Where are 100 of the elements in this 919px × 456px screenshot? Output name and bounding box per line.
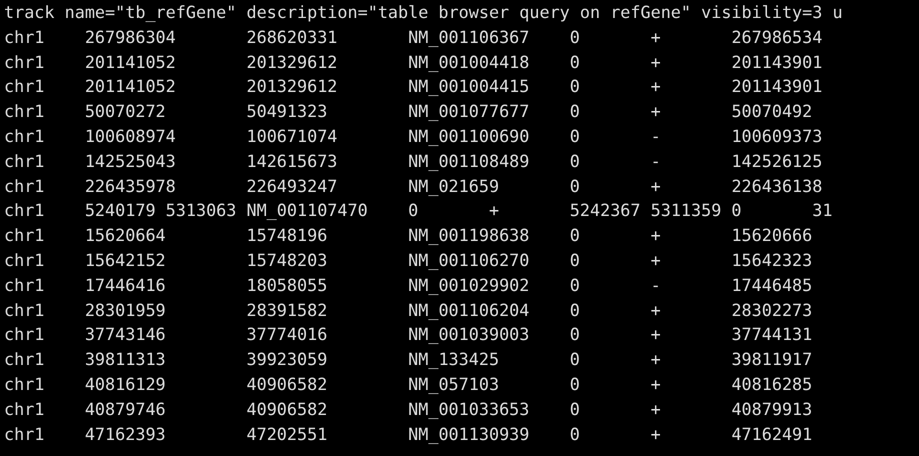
output-text: NM_133425 bbox=[408, 349, 500, 370]
output-text: chr1 bbox=[4, 424, 44, 444]
output-text: chr1 bbox=[4, 52, 44, 72]
output-text: NM_001100690 bbox=[408, 126, 530, 146]
output-text: 0 bbox=[570, 349, 580, 370]
output-text: chr1 bbox=[4, 349, 44, 370]
output-text: + bbox=[650, 324, 661, 344]
output-text: chr1 bbox=[4, 250, 44, 270]
output-text: chr1 bbox=[4, 274, 44, 295]
output-text: 0 bbox=[408, 200, 418, 220]
output-text: 40879913 bbox=[731, 398, 812, 419]
output-text: chr1 bbox=[4, 101, 44, 122]
output-text: - bbox=[650, 150, 661, 171]
output-text: 50491323 bbox=[246, 101, 328, 122]
output-text: 18058055 bbox=[246, 274, 328, 295]
output-text: 0 bbox=[570, 150, 580, 171]
output-text: 0 bbox=[570, 300, 580, 320]
output-text: NM_001039003 bbox=[408, 324, 530, 344]
output-text: chr1 bbox=[4, 300, 44, 320]
output-text: 17446485 bbox=[731, 274, 812, 295]
output-text: + bbox=[650, 349, 661, 370]
output-text: 142526125 bbox=[731, 150, 822, 171]
output-text: 0 bbox=[570, 324, 580, 344]
output-text: + bbox=[650, 398, 661, 419]
output-text: 5240179 5313063 NM_001107470 bbox=[84, 200, 368, 220]
output-text: 268620331 bbox=[246, 26, 338, 47]
output-text: NM_001029902 bbox=[408, 274, 530, 295]
output-text: 40816129 bbox=[84, 374, 166, 394]
output-text: NM_001198638 bbox=[408, 225, 530, 246]
output-text: 142525043 bbox=[84, 150, 176, 171]
output-text: 0 bbox=[570, 76, 580, 96]
output-text: 201143901 bbox=[731, 76, 822, 96]
output-text: - bbox=[650, 126, 661, 146]
output-text: chr1 bbox=[4, 126, 44, 146]
output-text: 0 bbox=[570, 225, 580, 246]
output-text: + bbox=[650, 225, 661, 246]
output-text: NM_001033653 bbox=[408, 398, 530, 419]
output-text: + bbox=[488, 200, 500, 220]
output-text: 15642323 bbox=[731, 250, 812, 270]
output-text: 0 bbox=[570, 424, 580, 444]
output-text: 226436138 bbox=[731, 176, 822, 196]
output-text: chr1 bbox=[4, 150, 44, 171]
output-text: + bbox=[650, 52, 661, 72]
output-text: 40816285 bbox=[731, 374, 812, 394]
output-text: NM_001106367 bbox=[408, 26, 530, 47]
output-text: + bbox=[650, 176, 661, 196]
output-text: 47162491 bbox=[731, 424, 812, 444]
output-text: + bbox=[650, 250, 661, 270]
output-text: 201329612 bbox=[246, 52, 338, 72]
output-text: 15642152 bbox=[84, 250, 166, 270]
output-text: 47202551 bbox=[246, 424, 328, 444]
output-text: NM_001004418 bbox=[408, 52, 530, 72]
output-text: 267986534 bbox=[731, 26, 822, 47]
output-text: NM_001004415 bbox=[408, 76, 530, 96]
output-text: 15620664 bbox=[84, 225, 166, 246]
output-text: 0 bbox=[570, 52, 580, 72]
output-text: 226493247 bbox=[246, 176, 338, 196]
output-text: 37774016 bbox=[246, 324, 328, 344]
output-text: 40906582 bbox=[246, 398, 328, 419]
output-text: 17446416 bbox=[84, 274, 166, 295]
output-text: NM_057103 bbox=[408, 374, 500, 394]
track-line: track name="tb_refGene" description="table browser query on refGene" visibility=3 u bbox=[4, 1, 844, 24]
output-text: NM_001106204 bbox=[408, 300, 530, 320]
output-text: + bbox=[650, 76, 661, 96]
output-text: 142615673 bbox=[246, 150, 338, 171]
output-text: chr1 bbox=[4, 225, 44, 246]
output-text: NM_001108489 bbox=[408, 150, 530, 171]
output-text: NM_001130939 bbox=[408, 424, 530, 444]
output-text: 0 bbox=[570, 126, 580, 146]
output-text: + bbox=[650, 374, 661, 394]
output-text: 28302273 bbox=[731, 300, 812, 320]
output-text: NM_021659 bbox=[408, 176, 500, 196]
output-text: chr1 bbox=[4, 26, 44, 47]
output-text: 0 bbox=[570, 250, 580, 270]
output-text: 100609373 bbox=[731, 126, 822, 146]
output-text: 0 bbox=[570, 101, 580, 122]
output-text: + bbox=[650, 101, 661, 122]
output-text: 39811313 bbox=[84, 349, 166, 370]
output-text: 15620666 bbox=[731, 225, 812, 246]
output-text: 50070272 bbox=[84, 101, 166, 122]
output-text: chr1 bbox=[4, 76, 44, 96]
output-text: + bbox=[650, 300, 661, 320]
output-text: 0 bbox=[570, 374, 580, 394]
output-text: 40906582 bbox=[246, 374, 328, 394]
output-text: chr1 bbox=[4, 374, 44, 394]
output-text: 50070492 bbox=[731, 101, 812, 122]
output-text: 226435978 bbox=[84, 176, 176, 196]
output-text: + bbox=[650, 26, 661, 47]
output-text: 0 bbox=[570, 26, 580, 47]
output-text: 31 bbox=[812, 200, 832, 220]
output-text: chr1 bbox=[4, 200, 44, 220]
output-text: 0 bbox=[570, 398, 580, 419]
output-text: 39923059 bbox=[246, 349, 328, 370]
output-text: 39811917 bbox=[731, 349, 812, 370]
output-text: 201141052 bbox=[84, 52, 176, 72]
output-text: 28391582 bbox=[246, 300, 328, 320]
output-text: 100608974 bbox=[84, 126, 176, 146]
output-text: NM_001106270 bbox=[408, 250, 530, 270]
output-text: 0 bbox=[570, 176, 580, 196]
output-text: chr1 bbox=[4, 324, 44, 344]
